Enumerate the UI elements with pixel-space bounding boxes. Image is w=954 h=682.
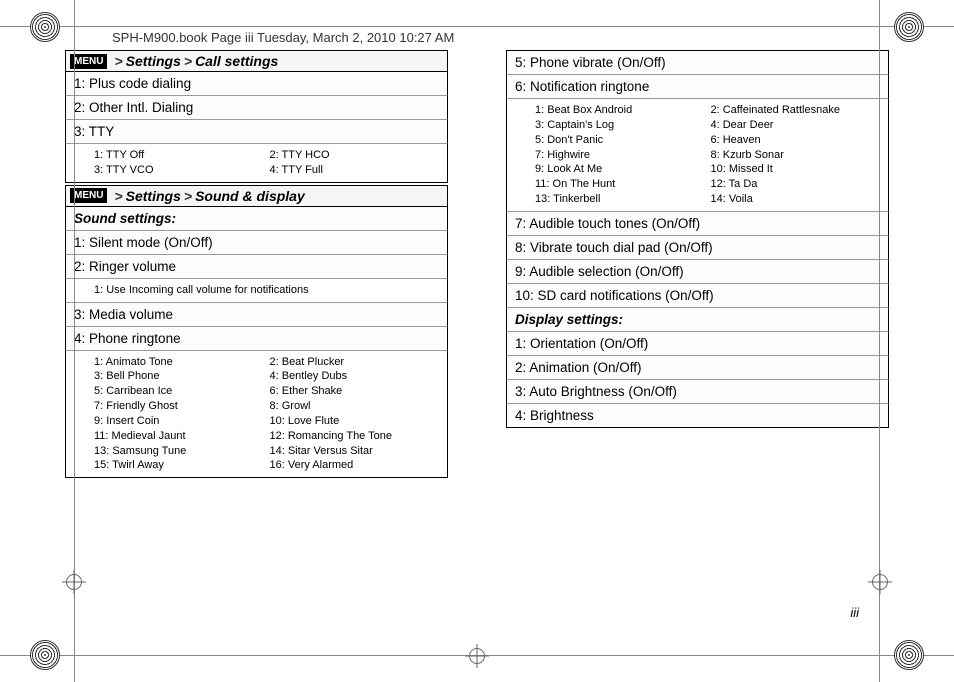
sublist-item: 13: Tinkerbell bbox=[535, 192, 705, 207]
breadcrumb-call-settings: MENU > Settings > Call settings bbox=[65, 50, 448, 72]
sublist-item: 8: Kzurb Sonar bbox=[711, 148, 881, 163]
sublist-item: 4: TTY Full bbox=[270, 163, 440, 178]
corner-ornament-tl bbox=[30, 12, 60, 42]
corner-ornament-tr bbox=[894, 12, 924, 42]
list-item: 6: Notification ringtone bbox=[506, 75, 889, 99]
sublist-item: 11: On The Hunt bbox=[535, 177, 705, 192]
menu-badge: MENU bbox=[70, 54, 107, 69]
page-number: iii bbox=[850, 605, 859, 620]
sublist-item: 14: Voila bbox=[711, 192, 881, 207]
pdf-header: SPH-M900.book Page iii Tuesday, March 2,… bbox=[112, 30, 454, 45]
subheader-sound-settings: Sound settings: bbox=[65, 207, 448, 231]
sublist-item: 5: Don't Panic bbox=[535, 133, 705, 148]
sublist-item: 14: Sitar Versus Sitar bbox=[270, 444, 440, 459]
crop-line-top bbox=[0, 26, 954, 27]
sublist-tty: 1: TTY Off 2: TTY HCO 3: TTY VCO 4: TTY … bbox=[65, 144, 448, 183]
sublist-item: 10: Love Flute bbox=[270, 414, 440, 429]
sublist-item: 7: Highwire bbox=[535, 148, 705, 163]
breadcrumb-item: Call settings bbox=[195, 53, 278, 69]
sublist-item: 1: Animato Tone bbox=[94, 355, 264, 370]
content-columns: MENU > Settings > Call settings 1: Plus … bbox=[0, 0, 954, 478]
sublist-notification: 1: Beat Box Android 2: Caffeinated Rattl… bbox=[506, 99, 889, 212]
list-item: 3: TTY bbox=[65, 120, 448, 144]
sublist-item: 12: Romancing The Tone bbox=[270, 429, 440, 444]
sublist-item: 2: TTY HCO bbox=[270, 148, 440, 163]
breadcrumb-sep: > bbox=[184, 188, 192, 204]
breadcrumb-item: Settings bbox=[126, 53, 181, 69]
sublist-item: 4: Dear Deer bbox=[711, 118, 881, 133]
list-item: 2: Animation (On/Off) bbox=[506, 356, 889, 380]
list-item: 10: SD card notifications (On/Off) bbox=[506, 284, 889, 308]
sublist-item: 6: Heaven bbox=[711, 133, 881, 148]
menu-badge: MENU bbox=[70, 188, 107, 203]
sublist-item: 7: Friendly Ghost bbox=[94, 399, 264, 414]
list-item: 7: Audible touch tones (On/Off) bbox=[506, 212, 889, 236]
sublist-item: 15: Twirl Away bbox=[94, 458, 264, 473]
sublist-item: 1: Use Incoming call volume for notifica… bbox=[94, 283, 439, 298]
list-item: 5: Phone vibrate (On/Off) bbox=[506, 50, 889, 75]
sublist-item: 6: Ether Shake bbox=[270, 384, 440, 399]
list-item: 1: Orientation (On/Off) bbox=[506, 332, 889, 356]
corner-ornament-bl bbox=[30, 640, 60, 670]
crop-target-bottom bbox=[465, 644, 489, 668]
sublist-item: 5: Carribean Ice bbox=[94, 384, 264, 399]
left-column: MENU > Settings > Call settings 1: Plus … bbox=[65, 50, 448, 478]
sublist-item: 2: Caffeinated Rattlesnake bbox=[711, 103, 881, 118]
sublist-ringtone: 1: Animato Tone 2: Beat Plucker 3: Bell … bbox=[65, 351, 448, 479]
sublist-item: 3: Bell Phone bbox=[94, 369, 264, 384]
sublist-item: 8: Growl bbox=[270, 399, 440, 414]
sublist-item: 9: Insert Coin bbox=[94, 414, 264, 429]
sublist-item: 4: Bentley Dubs bbox=[270, 369, 440, 384]
list-item: 2: Other Intl. Dialing bbox=[65, 96, 448, 120]
sublist-item: 16: Very Alarmed bbox=[270, 458, 440, 473]
sublist-item: 3: TTY VCO bbox=[94, 163, 264, 178]
list-item: 4: Brightness bbox=[506, 404, 889, 428]
list-item: 1: Silent mode (On/Off) bbox=[65, 231, 448, 255]
breadcrumb-sound-display: MENU > Settings > Sound & display bbox=[65, 185, 448, 207]
crop-target-right bbox=[868, 570, 892, 594]
right-column: 5: Phone vibrate (On/Off) 6: Notificatio… bbox=[506, 50, 889, 478]
list-item: 2: Ringer volume bbox=[65, 255, 448, 279]
sublist-item: 12: Ta Da bbox=[711, 177, 881, 192]
list-item: 4: Phone ringtone bbox=[65, 327, 448, 351]
list-item: 8: Vibrate touch dial pad (On/Off) bbox=[506, 236, 889, 260]
subheader-display-settings: Display settings: bbox=[506, 308, 889, 332]
breadcrumb-item: Settings bbox=[126, 188, 181, 204]
breadcrumb-sep: > bbox=[114, 53, 122, 69]
list-item: 1: Plus code dialing bbox=[65, 72, 448, 96]
sublist-item: 1: TTY Off bbox=[94, 148, 264, 163]
sublist-item: 10: Missed It bbox=[711, 162, 881, 177]
breadcrumb-sep: > bbox=[184, 53, 192, 69]
sublist-item: 1: Beat Box Android bbox=[535, 103, 705, 118]
sublist-item: 13: Samsung Tune bbox=[94, 444, 264, 459]
sublist-item: 9: Look At Me bbox=[535, 162, 705, 177]
sublist-item: 11: Medieval Jaunt bbox=[94, 429, 264, 444]
list-item: 3: Media volume bbox=[65, 303, 448, 327]
corner-ornament-br bbox=[894, 640, 924, 670]
crop-target-left bbox=[62, 570, 86, 594]
sublist-ringer: 1: Use Incoming call volume for notifica… bbox=[65, 279, 448, 303]
breadcrumb-item: Sound & display bbox=[195, 188, 305, 204]
list-item: 9: Audible selection (On/Off) bbox=[506, 260, 889, 284]
sublist-item: 3: Captain's Log bbox=[535, 118, 705, 133]
sublist-item: 2: Beat Plucker bbox=[270, 355, 440, 370]
breadcrumb-sep: > bbox=[114, 188, 122, 204]
list-item: 3: Auto Brightness (On/Off) bbox=[506, 380, 889, 404]
